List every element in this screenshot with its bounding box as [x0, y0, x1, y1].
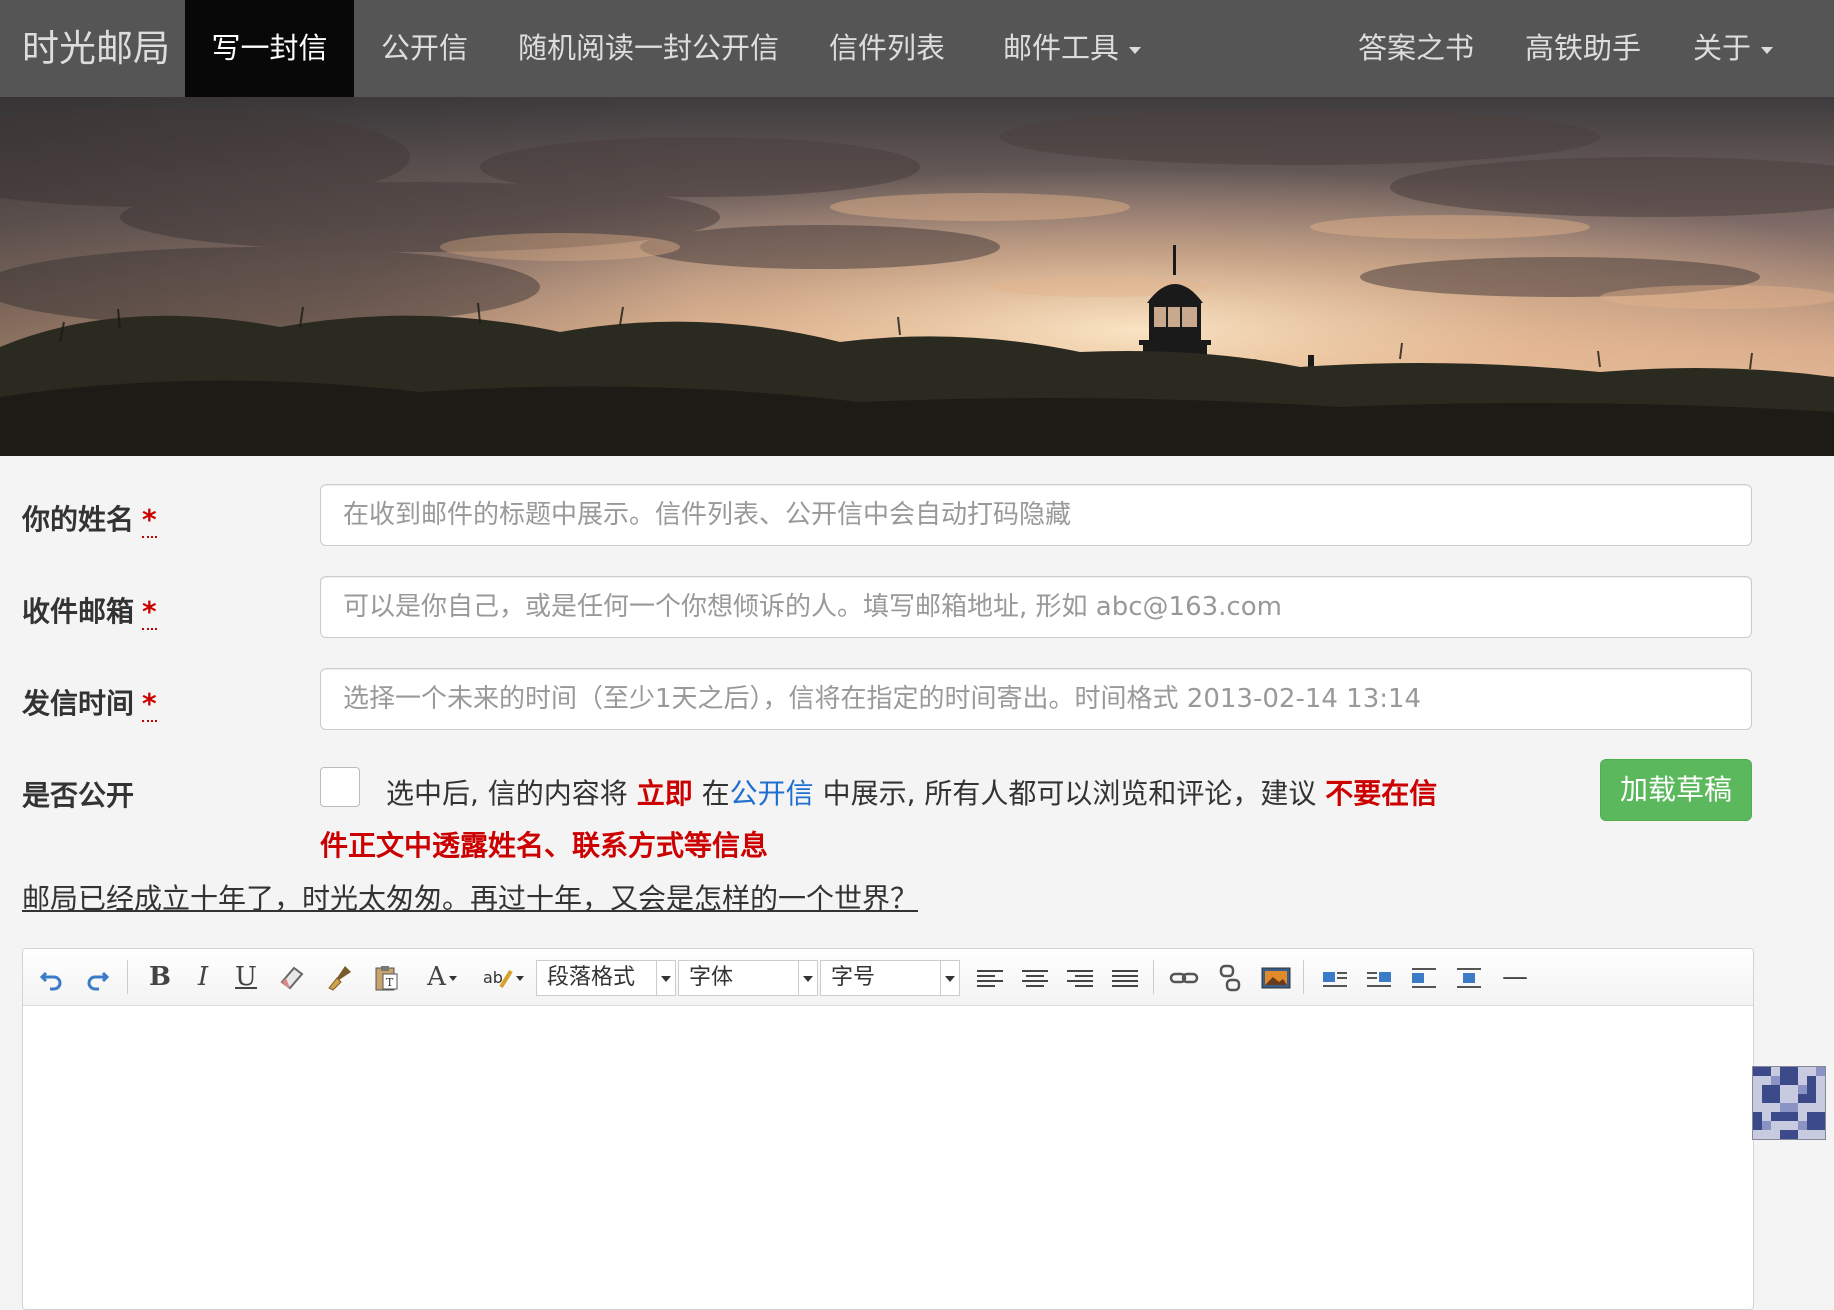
eraser-icon[interactable]: [273, 959, 311, 995]
editor-toolbar: B I U T A ab 段落格式 字体 字号 —: [23, 949, 1753, 1006]
center-block-icon[interactable]: [1450, 959, 1488, 995]
font-color-icon[interactable]: A: [416, 959, 468, 995]
chevron-down-icon: [798, 961, 817, 995]
chevron-down-icon: [656, 961, 675, 995]
unlink-icon[interactable]: [1211, 959, 1249, 995]
required-mark: *: [142, 687, 157, 722]
chevron-down-icon: [1761, 46, 1773, 54]
brand-logo[interactable]: 时光邮局: [22, 0, 170, 97]
public-note: 选中后, 信的内容将 立即 在公开信 中展示, 所有人都可以浏览和评论，建议 不…: [320, 768, 1460, 872]
nav-write-letter[interactable]: 写一封信: [185, 0, 354, 97]
nav-letter-list[interactable]: 信件列表: [802, 0, 972, 97]
lighthouse-sunset-illustration: [0, 97, 1834, 456]
font-color-glyph: A: [427, 962, 446, 992]
required-mark: *: [142, 503, 157, 538]
font-size-select[interactable]: 字号: [820, 960, 960, 996]
rich-text-editor: B I U T A ab 段落格式 字体 字号 —: [22, 948, 1754, 1310]
public-note-text: 中展示, 所有人都可以浏览和评论，建议: [822, 777, 1317, 810]
public-note-emphasis: 立即: [636, 777, 693, 810]
anniversary-tagline[interactable]: 邮局已经成立十年了，时光太匆匆。再过十年，又会是怎样的一个世界？: [22, 877, 918, 917]
open-letters-link[interactable]: 公开信: [730, 777, 814, 810]
paste-text-icon[interactable]: T: [367, 959, 405, 995]
send-time-label-text: 发信时间: [22, 687, 135, 720]
name-label: 你的姓名 *: [22, 498, 157, 538]
toolbar-separator: [127, 960, 128, 994]
underline-icon[interactable]: U: [227, 959, 265, 995]
nav-about-dropdown[interactable]: 关于: [1668, 0, 1798, 97]
nav-mail-tools-dropdown[interactable]: 邮件工具: [972, 0, 1172, 97]
recipient-email-input[interactable]: [320, 576, 1752, 638]
public-note-text: 选中后, 信的内容将: [386, 777, 628, 810]
toolbar-separator: [1303, 960, 1304, 994]
font-family-select[interactable]: 字体: [678, 960, 818, 996]
chevron-down-icon: [515, 975, 524, 981]
public-note-text: 在: [701, 777, 730, 810]
send-time-input[interactable]: [320, 668, 1752, 730]
chevron-down-icon: [448, 975, 457, 981]
align-center-icon[interactable]: [1016, 959, 1054, 995]
nav-mail-tools-label: 邮件工具: [1002, 31, 1119, 65]
highlight-color-icon[interactable]: ab: [475, 959, 531, 995]
toolbar-separator: [1153, 960, 1154, 994]
nav-about-label: 关于: [1692, 31, 1751, 65]
image-icon[interactable]: [1257, 959, 1295, 995]
nav-open-letters[interactable]: 公开信: [354, 0, 495, 97]
hero-banner-image: [0, 97, 1834, 456]
required-mark: *: [142, 595, 157, 630]
align-right-icon[interactable]: [1061, 959, 1099, 995]
float-right-icon[interactable]: [1360, 959, 1398, 995]
navbar: 时光邮局 写一封信 公开信 随机阅读一封公开信 信件列表 邮件工具 答案之书 高…: [0, 0, 1834, 97]
float-left-icon[interactable]: [1316, 959, 1354, 995]
horizontal-rule-icon[interactable]: —: [1496, 959, 1534, 995]
undo-icon[interactable]: [33, 959, 71, 995]
nav-random-open-letter[interactable]: 随机阅读一封公开信: [495, 0, 802, 97]
send-time-label: 发信时间 *: [22, 682, 157, 722]
font-family-value: 字体: [689, 965, 734, 990]
svg-text:T: T: [386, 976, 394, 989]
redo-icon[interactable]: [78, 959, 116, 995]
nav-book-of-answers[interactable]: 答案之书: [1334, 0, 1498, 97]
font-size-value: 字号: [831, 965, 876, 990]
floating-widget-image[interactable]: [1752, 1066, 1826, 1140]
chevron-down-icon: [1129, 46, 1141, 54]
load-draft-button[interactable]: 加载草稿: [1600, 759, 1752, 821]
align-justify-icon[interactable]: [1106, 959, 1144, 995]
email-label-text: 收件邮箱: [22, 595, 135, 628]
chevron-down-icon: [940, 961, 959, 995]
public-label: 是否公开: [22, 779, 135, 812]
bold-icon[interactable]: B: [141, 959, 179, 995]
svg-text:ab: ab: [483, 968, 503, 987]
align-left-icon[interactable]: [971, 959, 1009, 995]
italic-icon[interactable]: I: [184, 959, 222, 995]
sender-name-input[interactable]: [320, 484, 1752, 546]
paragraph-format-value: 段落格式: [547, 965, 636, 990]
nav-rail-assistant[interactable]: 高铁助手: [1498, 0, 1668, 97]
name-label-text: 你的姓名: [22, 503, 135, 536]
paragraph-format-select[interactable]: 段落格式: [536, 960, 676, 996]
email-label: 收件邮箱 *: [22, 590, 157, 630]
link-icon[interactable]: [1165, 959, 1203, 995]
float-none-icon[interactable]: [1405, 959, 1443, 995]
format-brush-icon[interactable]: [320, 959, 358, 995]
